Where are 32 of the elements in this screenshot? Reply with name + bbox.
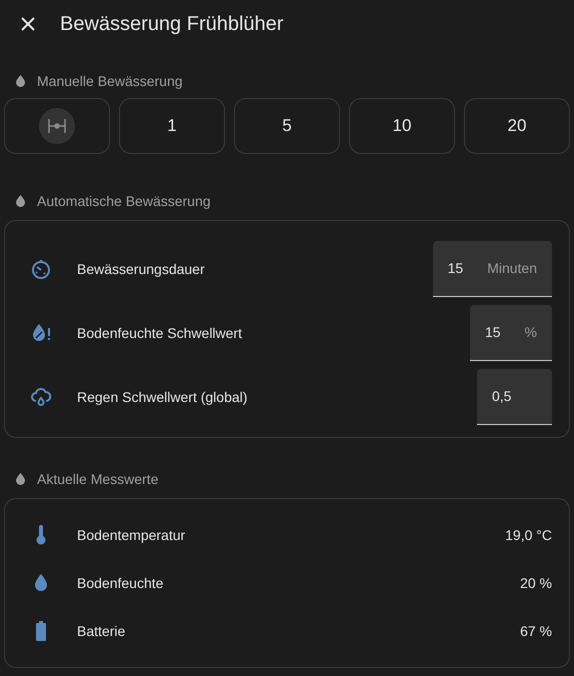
drop-icon: [16, 195, 25, 207]
valve-icon: [48, 119, 66, 133]
sensor-label: Batterie: [77, 622, 126, 640]
number-field[interactable]: 15 Minuten: [432, 241, 552, 297]
duration-button[interactable]: 5: [234, 98, 340, 154]
section-title: Manuelle Bewässerung: [37, 72, 183, 91]
timer-icon: [29, 257, 53, 281]
field-value: 0,5: [492, 387, 512, 406]
duration-button[interactable]: 20: [464, 98, 570, 154]
setting-label: Bodenfeuchte Schwellwert: [77, 324, 243, 342]
unit-label: Minuten: [487, 259, 537, 278]
section-title: Automatische Bewässerung: [37, 192, 211, 211]
sensor-label: Bodenfeuchte: [77, 574, 164, 592]
dialog-title: Bewässerung Frühblüher: [60, 12, 284, 37]
sensor-value: 20 %: [520, 574, 552, 592]
sensor-value: 19,0 °C: [505, 526, 552, 544]
setting-label: Regen Schwellwert (global): [77, 388, 248, 407]
sensor-value: 67 %: [520, 622, 552, 640]
number-field[interactable]: 0,5: [477, 369, 552, 425]
setting-label: Bewässerungsdauer: [77, 260, 206, 279]
close-icon: [21, 17, 35, 31]
duration-button[interactable]: 10: [349, 98, 455, 154]
section-title: Aktuelle Messwerte: [37, 470, 158, 488]
sensor-label: Bodentemperatur: [77, 526, 186, 545]
drop-icon: [16, 473, 25, 485]
unit-label: %: [524, 323, 537, 342]
field-value: 15: [484, 323, 501, 342]
drop-icon: [16, 75, 25, 87]
duration-button[interactable]: 1: [119, 98, 225, 154]
cloud-rain-icon: [29, 385, 53, 409]
field-value: 15: [448, 259, 464, 278]
number-field[interactable]: 15 %: [470, 305, 552, 361]
